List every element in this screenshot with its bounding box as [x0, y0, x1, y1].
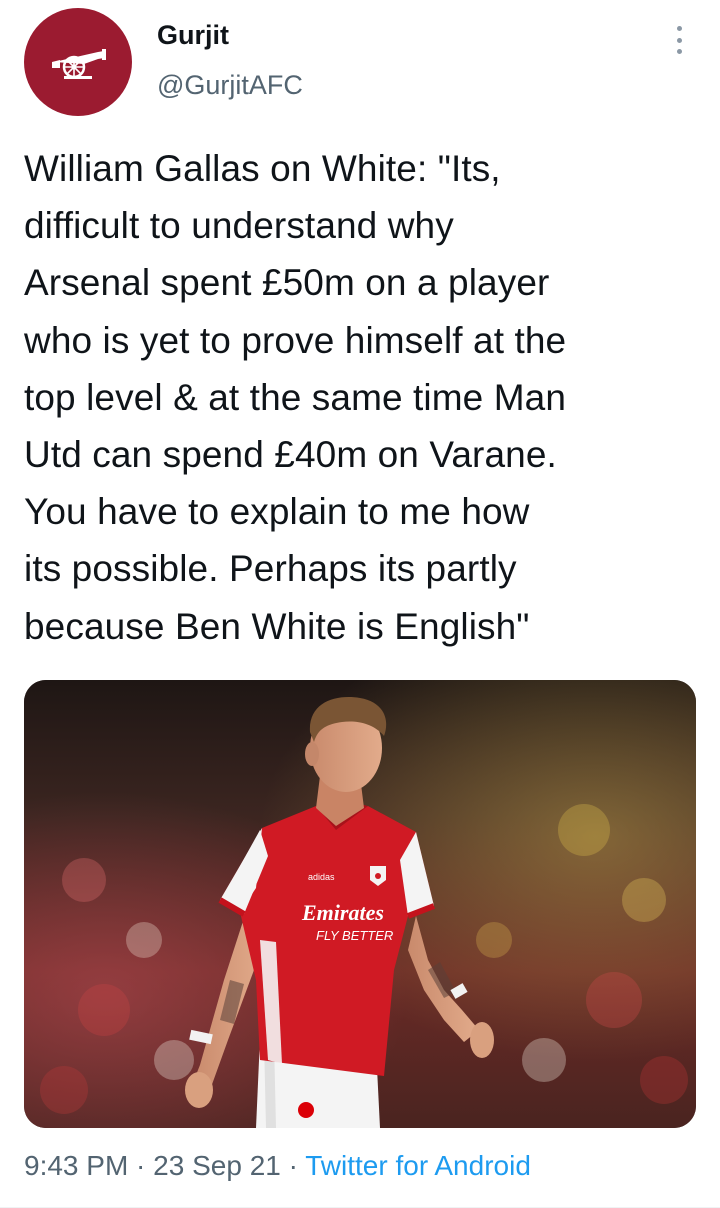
author-name[interactable]: Gurjit — [157, 20, 229, 51]
tweet-line: top level & at the same time Man — [24, 376, 567, 418]
tweet-line: You have to explain to me how — [24, 491, 530, 533]
kit-tagline: FLY BETTER — [316, 928, 393, 943]
player-photo: Emirates FLY BETTER adidas — [24, 680, 696, 1128]
tweet-line: Utd can spend £40m on Varane. — [24, 434, 557, 476]
kit-brand: adidas — [308, 872, 335, 882]
tweet-photo[interactable]: Emirates FLY BETTER adidas — [24, 680, 696, 1128]
tweet-source-link[interactable]: Twitter for Android — [305, 1150, 531, 1181]
menu-dot — [676, 37, 682, 43]
avatar[interactable] — [24, 8, 132, 116]
more-vertical-icon[interactable] — [664, 22, 694, 58]
arsenal-cannon-icon — [52, 49, 106, 79]
tweet-line: its possible. Perhaps its partly — [24, 548, 517, 590]
tweet-line: Arsenal spent £50m on a player — [24, 262, 550, 304]
meta-separator: · — [128, 1150, 154, 1181]
tweet-line: William Gallas on White: "Its, — [24, 148, 501, 189]
tweet-line: because Ben White is English" — [24, 605, 530, 647]
author-handle[interactable]: @GurjitAFC — [157, 70, 303, 101]
menu-dot — [676, 49, 682, 54]
tweet-meta: 9:43 PM · 23 Sep 21 · Twitter for Androi… — [24, 1150, 531, 1182]
tweet-line: difficult to understand why — [24, 205, 454, 247]
tweet-time[interactable]: 9:43 PM — [24, 1150, 128, 1181]
tweet-line: who is yet to prove himself at the — [24, 319, 567, 361]
kit-sponsor: Emirates — [301, 900, 384, 925]
tweet-text: William Gallas on White: "Its, difficult… — [24, 140, 704, 655]
menu-dot — [676, 26, 682, 31]
meta-separator: · — [280, 1150, 306, 1181]
tweet-date[interactable]: 23 Sep 21 — [153, 1150, 281, 1181]
tweet: Gurjit @GurjitAFC William Gallas on Whit… — [0, 0, 720, 1208]
